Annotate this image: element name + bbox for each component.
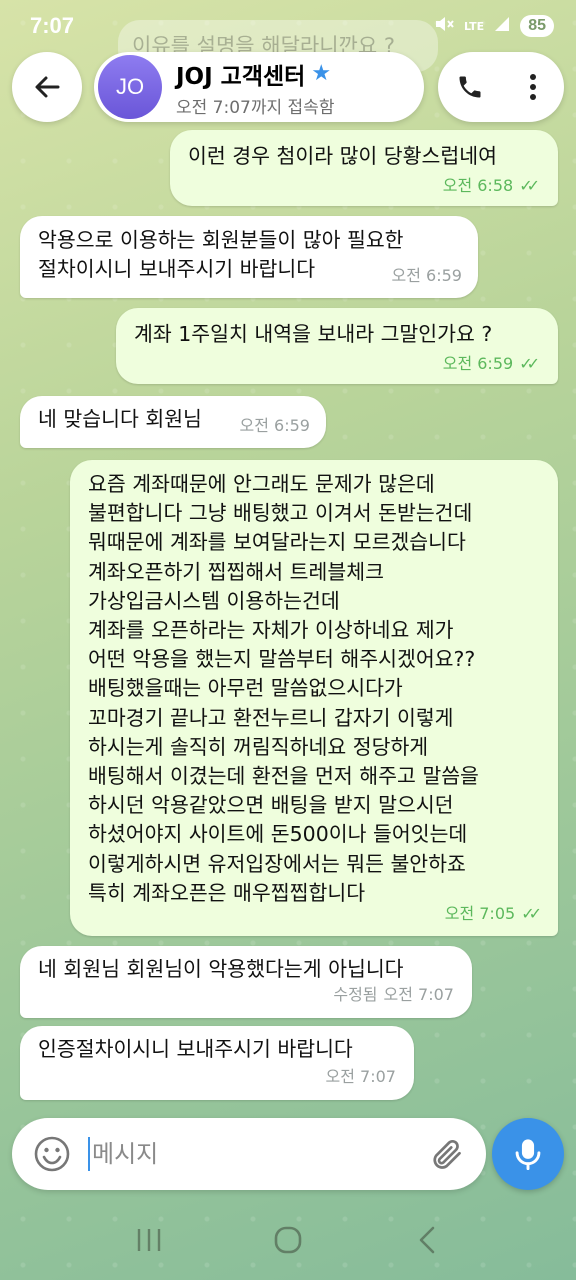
text-cursor bbox=[88, 1137, 90, 1171]
message-bubble-incoming[interactable]: 네 회원님 회원님이 악용했다는게 아닙니다 수정됨 오전 7:07 bbox=[20, 946, 472, 1018]
double-check-icon: ✓✓ bbox=[519, 176, 540, 195]
back-icon bbox=[419, 1226, 434, 1254]
message-bubble-outgoing[interactable]: 계좌 1주일치 내역을 보내라 그말인가요 ? 오전 6:59 ✓✓ bbox=[116, 308, 558, 384]
message-time: 오전 6:59 bbox=[442, 354, 514, 373]
message-time: 오전 7:07 bbox=[325, 1067, 396, 1086]
system-nav-bar bbox=[0, 1200, 576, 1280]
header-actions bbox=[438, 52, 564, 122]
back-arrow-icon bbox=[35, 76, 60, 98]
message-meta: 오전 6:59 bbox=[240, 411, 310, 440]
chat-name: JOJ 고객센터 bbox=[176, 63, 306, 90]
chat-last-seen: 오전 7:07까지 접속함 bbox=[176, 97, 335, 118]
message-input[interactable] bbox=[92, 1140, 392, 1168]
microphone-icon bbox=[515, 1139, 541, 1171]
more-menu-button[interactable] bbox=[508, 62, 558, 112]
paperclip-icon bbox=[433, 1139, 461, 1169]
mute-icon bbox=[434, 15, 454, 37]
message-time: 오전 7:05 bbox=[444, 903, 516, 923]
call-button[interactable] bbox=[445, 62, 495, 112]
recent-apps-icon bbox=[138, 1229, 161, 1251]
emoji-button[interactable] bbox=[30, 1132, 74, 1176]
double-check-icon: ✓✓ bbox=[521, 903, 542, 923]
battery-indicator: 85 bbox=[520, 15, 554, 37]
message-meta: 오전 6:59 bbox=[392, 261, 462, 290]
message-meta: 오전 7:07 bbox=[38, 1062, 396, 1091]
status-time: 7:07 bbox=[30, 13, 75, 38]
message-text: 이런 경우 첨이라 많이 당황스럽네여 bbox=[188, 144, 497, 168]
home-icon bbox=[274, 1226, 302, 1254]
message-text: 요즘 계좌때문에 안그래도 문제가 많은데 불편합니다 그냥 배팅했고 이겨서 … bbox=[88, 472, 479, 905]
message-text: 인증절차이시니 보내주시기 바랍니다 bbox=[38, 1037, 353, 1061]
message-time: 오전 6:59 bbox=[239, 416, 310, 435]
chat-title-button[interactable]: JO JOJ 고객센터 ★ 오전 7:07까지 접속함 bbox=[94, 52, 424, 122]
message-meta: 수정됨 오전 7:07 bbox=[38, 980, 454, 1009]
message-meta: 오전 6:59 ✓✓ bbox=[134, 349, 540, 378]
recent-apps-button[interactable] bbox=[119, 1215, 179, 1265]
message-time: 오전 6:59 bbox=[391, 266, 462, 285]
message-bubble-incoming[interactable]: 악용으로 이용하는 회원분들이 많아 필요한 절차이시니 보내주시기 바랍니다 … bbox=[20, 216, 478, 298]
emoji-icon bbox=[34, 1136, 70, 1172]
message-meta: 오전 6:58 ✓✓ bbox=[188, 171, 540, 200]
message-bubble-outgoing[interactable]: 요즘 계좌때문에 안그래도 문제가 많은데 불편합니다 그냥 배팅했고 이겨서 … bbox=[70, 460, 558, 936]
voice-record-button[interactable] bbox=[492, 1118, 564, 1190]
message-meta: 오전 7:05 ✓✓ bbox=[445, 899, 542, 928]
status-icons: LTE 85 bbox=[434, 15, 554, 37]
message-bubble-incoming[interactable]: 인증절차이시니 보내주시기 바랍니다 오전 7:07 bbox=[20, 1026, 414, 1100]
star-icon: ★ bbox=[311, 61, 332, 86]
attach-button[interactable] bbox=[424, 1132, 468, 1176]
message-text: 계좌 1주일치 내역을 보내라 그말인가요 ? bbox=[134, 322, 493, 346]
network-label: LTE bbox=[463, 19, 485, 33]
message-bubble-outgoing[interactable]: 이런 경우 첨이라 많이 당황스럽네여 오전 6:58 ✓✓ bbox=[170, 130, 558, 206]
message-time: 오전 7:07 bbox=[383, 985, 454, 1004]
nav-back-button[interactable] bbox=[397, 1215, 457, 1265]
chat-name-row: JOJ 고객센터 ★ bbox=[176, 57, 334, 91]
status-bar: 7:07 LTE 85 bbox=[0, 0, 576, 52]
message-composer bbox=[12, 1118, 486, 1190]
more-vertical-icon bbox=[529, 74, 536, 100]
message-time: 오전 6:58 bbox=[442, 176, 514, 195]
double-check-icon: ✓✓ bbox=[519, 354, 540, 373]
avatar: JO bbox=[98, 55, 162, 119]
message-edited-label: 수정됨 bbox=[333, 985, 378, 1004]
chat-header: JO JOJ 고객센터 ★ 오전 7:07까지 접속함 bbox=[0, 52, 576, 122]
phone-icon bbox=[459, 76, 480, 98]
chat-title-block: JOJ 고객센터 ★ 오전 7:07까지 접속함 bbox=[176, 57, 334, 118]
back-button[interactable] bbox=[12, 52, 82, 122]
signal-icon bbox=[494, 16, 510, 36]
message-bubble-incoming[interactable]: 네 맞습니다 회원님 오전 6:59 bbox=[20, 396, 326, 448]
home-button[interactable] bbox=[258, 1215, 318, 1265]
